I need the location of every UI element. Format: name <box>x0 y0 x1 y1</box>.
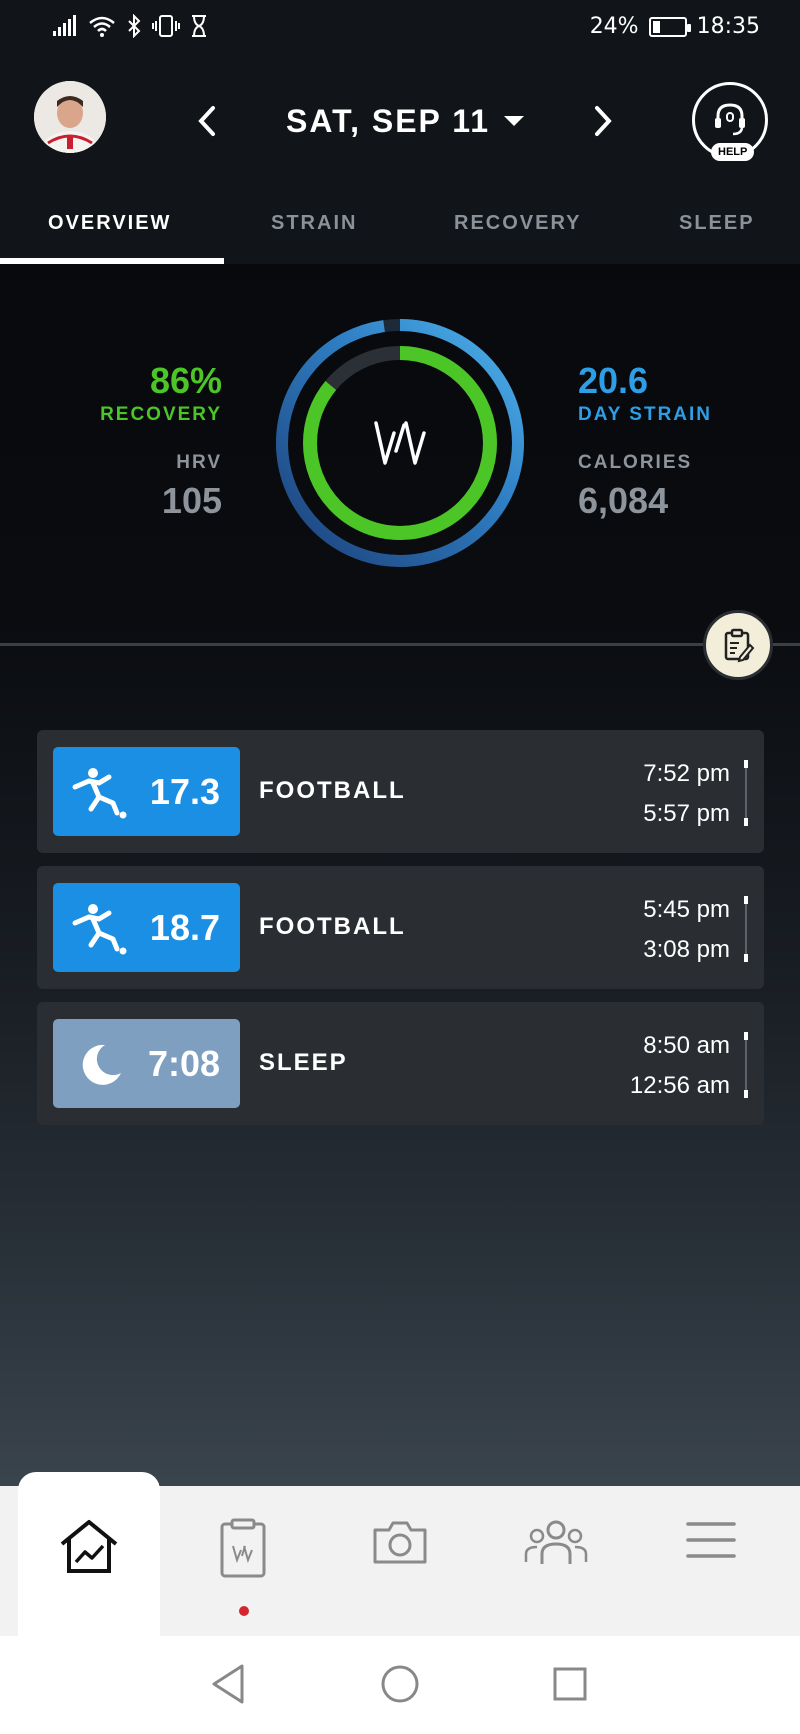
calories-value: 6,084 <box>578 480 669 521</box>
date-navigator: SAT, SEP 11 <box>195 96 615 146</box>
activity-badge: 18.7 <box>53 883 240 972</box>
recovery-metric[interactable]: 86% RECOVERY HRV 105 <box>100 360 222 522</box>
vibrate-icon <box>152 15 180 37</box>
battery-percent: 24% <box>589 14 639 39</box>
chevron-left-icon[interactable] <box>195 104 219 138</box>
battery-fill <box>652 20 660 33</box>
time-range-bar <box>744 760 748 826</box>
status-bar: 24% 18:35 <box>0 0 800 56</box>
hourglass-icon <box>192 15 206 37</box>
clipboard-edit-icon <box>724 628 755 663</box>
moon-icon <box>82 1044 121 1085</box>
bottom-nav <box>0 1472 800 1636</box>
help-label: HELP <box>711 143 755 161</box>
tab-overview[interactable]: OVERVIEW <box>48 212 171 235</box>
app-header: SAT, SEP 11 HELP <box>0 56 800 182</box>
activity-end-time: 8:50 am <box>643 1032 730 1059</box>
clock: 18:35 <box>696 14 760 39</box>
back-icon[interactable] <box>208 1662 248 1706</box>
calories-label: CALORIES <box>578 452 693 473</box>
activity-times: 7:52 pm 5:57 pm <box>643 754 730 834</box>
recovery-value: 86% <box>149 360 222 401</box>
activity-end-time: 7:52 pm <box>643 760 730 787</box>
battery-icon <box>648 16 691 37</box>
strain-metric[interactable]: 20.6 DAY STRAIN CALORIES 6,084 <box>578 360 712 522</box>
camera-icon <box>373 1521 427 1564</box>
gauge-rings <box>276 319 524 567</box>
system-nav-bar <box>0 1636 800 1734</box>
activity-start-time: 12:56 am <box>629 1072 730 1099</box>
bluetooth-icon <box>128 14 141 38</box>
avatar-image <box>34 81 106 153</box>
nav-team[interactable] <box>485 1486 627 1636</box>
chevron-right-icon[interactable] <box>591 104 615 138</box>
activity-start-time: 5:57 pm <box>643 800 730 827</box>
journal-icon <box>220 1518 266 1578</box>
team-icon <box>524 1520 588 1564</box>
journal-button[interactable] <box>703 610 773 680</box>
menu-icon <box>686 1522 736 1558</box>
activity-score: 7:08 <box>147 1043 220 1084</box>
activity-score: 18.7 <box>149 907 220 948</box>
nav-home[interactable] <box>18 1472 160 1636</box>
section-divider <box>0 643 800 646</box>
activity-title: FOOTBALL <box>259 913 406 940</box>
activity-times: 8:50 am 12:56 am <box>630 1026 730 1106</box>
activity-badge: 7:08 <box>53 1019 240 1108</box>
recovery-label: RECOVERY <box>100 404 222 425</box>
date-label: SAT, SEP 11 <box>285 102 491 139</box>
tab-sleep[interactable]: SLEEP <box>679 212 755 235</box>
recents-icon[interactable] <box>552 1666 588 1702</box>
app-screen: 24% 18:35 SAT, SEP 11 HELP OVERVIEW STRA… <box>0 0 800 1734</box>
tab-recovery[interactable]: RECOVERY <box>454 212 582 235</box>
avatar[interactable] <box>34 81 106 153</box>
notification-dot <box>239 1606 249 1616</box>
home-chart-icon <box>60 1520 118 1573</box>
signal-icon <box>53 15 76 36</box>
help-button[interactable]: HELP <box>692 82 768 161</box>
activity-score: 17.3 <box>149 771 220 812</box>
time-range-bar <box>744 1032 748 1098</box>
hrv-label: HRV <box>176 452 222 473</box>
activity-card-sleep[interactable]: 7:08 SLEEP 8:50 am 12:56 am <box>37 1002 764 1125</box>
home-circle-icon[interactable] <box>380 1664 420 1704</box>
nav-menu[interactable] <box>640 1486 782 1636</box>
tab-bar: OVERVIEW STRAIN RECOVERY SLEEP <box>0 182 800 264</box>
activity-title: FOOTBALL <box>259 777 406 804</box>
activity-end-time: 5:45 pm <box>643 896 730 923</box>
football-player-icon <box>72 768 127 819</box>
activity-times: 5:45 pm 3:08 pm <box>643 890 730 970</box>
caret-down-icon <box>504 116 525 126</box>
activity-start-time: 3:08 pm <box>643 936 730 963</box>
wifi-icon <box>89 16 115 37</box>
nav-camera[interactable] <box>329 1486 471 1636</box>
activity-badge: 17.3 <box>53 747 240 836</box>
football-player-icon <box>72 904 127 955</box>
date-selector[interactable]: SAT, SEP 11 <box>285 102 525 140</box>
strain-label: DAY STRAIN <box>578 404 713 425</box>
activity-title: SLEEP <box>259 1049 348 1076</box>
strain-value: 20.6 <box>578 360 649 401</box>
whoop-logo-icon <box>374 421 426 465</box>
time-range-bar <box>744 896 748 962</box>
activity-card-football-2[interactable]: 18.7 FOOTBALL 5:45 pm 3:08 pm <box>37 866 764 989</box>
tab-active-indicator <box>0 258 224 264</box>
recovery-strain-gauge[interactable] <box>272 315 528 571</box>
hrv-value: 105 <box>161 480 222 521</box>
activity-card-football-1[interactable]: 17.3 FOOTBALL 7:52 pm 5:57 pm <box>37 730 764 853</box>
tab-strain[interactable]: STRAIN <box>271 212 357 235</box>
